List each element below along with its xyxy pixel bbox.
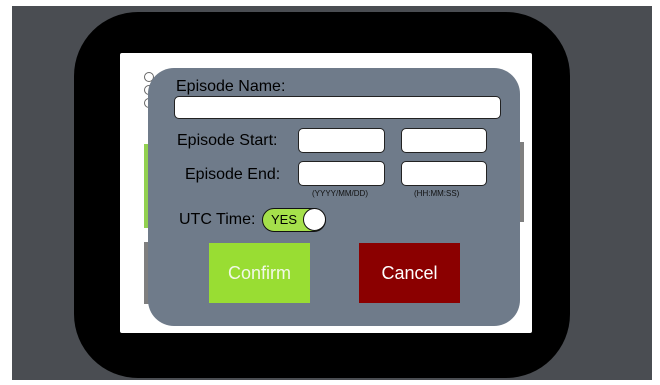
utc-time-toggle[interactable]: YES <box>262 208 326 232</box>
episode-end-date-input[interactable] <box>298 161 385 186</box>
toggle-knob <box>303 208 326 231</box>
episode-start-date-input[interactable] <box>298 128 385 153</box>
date-format-hint: (YYYY/MM/DD) <box>312 189 368 198</box>
episode-end-label: Episode End: <box>185 166 281 183</box>
cancel-button[interactable]: Cancel <box>359 243 460 303</box>
time-format-hint: (HH:MM:SS) <box>414 189 460 198</box>
confirm-button[interactable]: Confirm <box>209 243 310 303</box>
episode-name-label: Episode Name: <box>176 78 286 95</box>
utc-time-label: UTC Time: <box>179 211 256 228</box>
episode-name-input[interactable] <box>174 96 501 119</box>
episode-start-time-input[interactable] <box>401 128 487 153</box>
episode-end-time-input[interactable] <box>401 161 487 186</box>
episode-start-label: Episode Start: <box>177 132 278 149</box>
cancel-button-label: Cancel <box>381 262 438 283</box>
utc-toggle-state-label: YES <box>271 212 298 227</box>
confirm-button-label: Confirm <box>227 262 291 283</box>
